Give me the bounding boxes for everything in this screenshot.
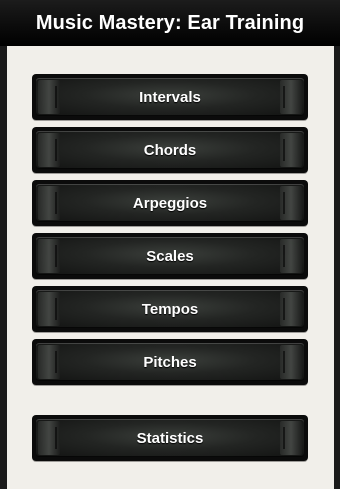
- tempos-button-label: Tempos: [141, 300, 199, 318]
- intervals-button[interactable]: Intervals: [32, 74, 308, 120]
- app-title: Music Mastery: Ear Training: [35, 11, 305, 34]
- scales-button[interactable]: Scales: [32, 233, 308, 279]
- tempos-button[interactable]: Tempos: [32, 286, 308, 332]
- statistics-button-label: Statistics: [136, 429, 204, 447]
- pitches-button-label: Pitches: [143, 353, 197, 371]
- screen: Music Mastery: Ear Training Intervals Ch…: [0, 0, 340, 489]
- pitches-button[interactable]: Pitches: [32, 339, 308, 385]
- intervals-button-label: Intervals: [139, 88, 201, 106]
- chords-button[interactable]: Chords: [32, 127, 308, 173]
- menu-panel: Intervals Chords Arpeggios Scales Tempos: [7, 46, 334, 489]
- chords-button-label: Chords: [143, 141, 197, 159]
- scales-button-label: Scales: [146, 247, 194, 265]
- statistics-button[interactable]: Statistics: [32, 415, 308, 461]
- title-bar: Music Mastery: Ear Training: [0, 0, 340, 46]
- arpeggios-button[interactable]: Arpeggios: [32, 180, 308, 226]
- arpeggios-button-label: Arpeggios: [132, 194, 208, 212]
